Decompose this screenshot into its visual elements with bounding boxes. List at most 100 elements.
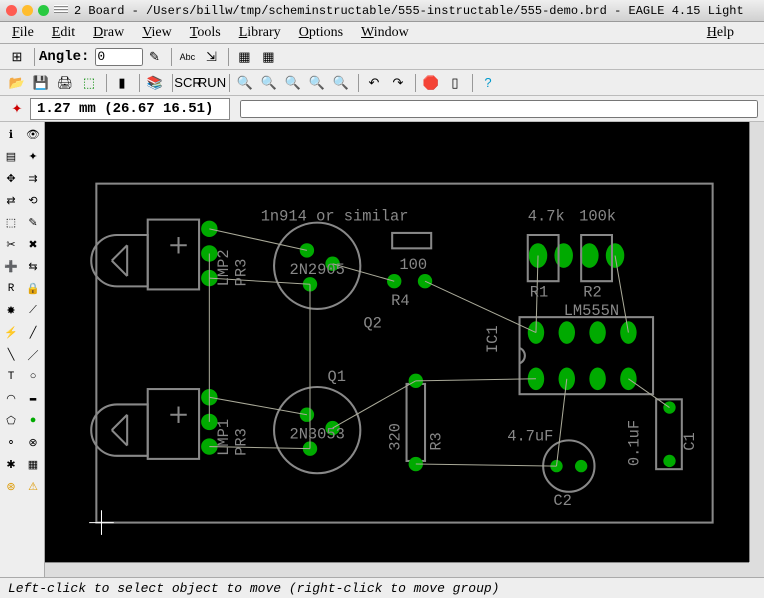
zoom-in-icon[interactable]: 🔍 xyxy=(234,73,256,93)
wand-icon[interactable]: ✎ xyxy=(143,47,165,67)
statusbar: Left-click to select object to move (rig… xyxy=(0,577,764,598)
route-tool[interactable]: ╱ xyxy=(23,323,43,343)
c1-label: C1 xyxy=(681,432,699,450)
menu-help[interactable]: Help xyxy=(707,25,734,41)
menu-library[interactable]: Library xyxy=(239,25,281,41)
close-btn[interactable] xyxy=(6,5,17,16)
snap-icon[interactable]: ⇲ xyxy=(200,47,222,67)
info-tool[interactable]: ℹ xyxy=(1,125,21,145)
command-input[interactable] xyxy=(240,100,758,118)
zoom-fit-icon[interactable]: 🔍 xyxy=(282,73,304,93)
cam-icon[interactable]: ⬚ xyxy=(78,73,100,93)
diode-note: 1n914 or similar xyxy=(261,208,409,226)
menu-draw[interactable]: Draw xyxy=(93,25,124,41)
titlebar: 2 Board - /Users/billw/tmp/scheminstruct… xyxy=(0,0,764,22)
main-toolbar: 📂 💾 🖨 ⬚ ▮ 📚 SCR RUN 🔍 🔍 🔍 🔍 🔍 ↶ ↷ 🛑 ▯ ? xyxy=(0,70,764,96)
lmp1-label: LMP1 xyxy=(215,419,233,456)
run-icon[interactable]: RUN xyxy=(201,73,223,93)
copy-tool[interactable]: ⇉ xyxy=(23,169,43,189)
menubar: File Edit Draw View Tools Library Option… xyxy=(0,22,764,44)
redo-icon[interactable]: ↷ xyxy=(387,73,409,93)
move-tool[interactable]: ✥ xyxy=(1,169,21,189)
delete-tool[interactable]: ✖ xyxy=(23,235,43,255)
r4-val: 100 xyxy=(399,256,427,274)
menu-tools[interactable]: Tools xyxy=(190,25,221,41)
eye-tool[interactable]: 👁 xyxy=(23,125,43,145)
optimize-tool[interactable]: ⚡ xyxy=(1,323,21,343)
window-title: 2 Board - /Users/billw/tmp/scheminstruct… xyxy=(74,4,758,18)
board-icon[interactable]: ▮ xyxy=(111,73,133,93)
ratsnest-tool[interactable]: ✱ xyxy=(1,455,21,475)
pinswap-tool[interactable]: ⇆ xyxy=(23,257,43,277)
split-tool[interactable]: ⟋ xyxy=(23,301,43,321)
mark-tool[interactable]: ✦ xyxy=(23,147,43,167)
lock-tool[interactable]: 🔒 xyxy=(23,279,43,299)
coord-display: 1.27 mm (26.67 16.51) xyxy=(30,98,230,120)
group-tool[interactable]: ⬚ xyxy=(1,213,21,233)
r1-label: R1 xyxy=(530,284,548,302)
text-tool[interactable]: T xyxy=(1,367,21,387)
library-icon[interactable]: 📚 xyxy=(144,73,166,93)
script-icon[interactable]: SCR xyxy=(177,73,199,93)
save-icon[interactable]: 💾 xyxy=(30,73,52,93)
arc-tool[interactable]: ◠ xyxy=(1,389,21,409)
open-icon[interactable]: 📂 xyxy=(6,73,28,93)
scrollbar-horizontal[interactable] xyxy=(45,562,749,577)
via-tool[interactable]: ● xyxy=(23,411,43,431)
undo-icon[interactable]: ↶ xyxy=(363,73,385,93)
rect-tool[interactable]: ▬ xyxy=(23,389,43,409)
angle-label: Angle: xyxy=(39,49,89,65)
titlebar-grip-icon xyxy=(54,4,68,17)
signal-tool[interactable]: ⚬ xyxy=(1,433,21,453)
text-style-icon[interactable]: Abc xyxy=(176,47,198,67)
auto-tool[interactable]: ▦ xyxy=(23,455,43,475)
scrollbar-vertical[interactable] xyxy=(749,122,764,562)
r1-val: 4.7k xyxy=(528,208,565,226)
mirror-tool[interactable]: ⇄ xyxy=(1,191,21,211)
origin-icon[interactable]: ✦ xyxy=(6,99,28,119)
zoom-redraw-icon[interactable]: 🔍 xyxy=(306,73,328,93)
menu-file[interactable]: File xyxy=(12,25,34,41)
menu-edit[interactable]: Edit xyxy=(52,25,75,41)
grid1-icon[interactable]: ▦ xyxy=(233,47,255,67)
menu-window[interactable]: Window xyxy=(361,25,409,41)
r2-label: R2 xyxy=(583,284,601,302)
coordinate-bar: ✦ 1.27 mm (26.67 16.51) xyxy=(0,96,764,122)
zoom-btn[interactable] xyxy=(38,5,49,16)
minimize-btn[interactable] xyxy=(22,5,33,16)
th-tool[interactable]: ⊗ xyxy=(23,433,43,453)
menu-options[interactable]: Options xyxy=(299,25,343,41)
status-message: Left-click to select object to move (rig… xyxy=(8,581,499,596)
stop-icon[interactable]: 🛑 xyxy=(420,73,442,93)
angle-input[interactable] xyxy=(95,48,143,66)
help-icon[interactable]: ? xyxy=(477,73,499,93)
go-icon[interactable]: ▯ xyxy=(444,73,466,93)
ripup-tool[interactable]: ╲ xyxy=(1,345,21,365)
menu-view[interactable]: View xyxy=(142,25,172,41)
c1-val: 0.1uF xyxy=(626,420,644,466)
zoom-out-icon[interactable]: 🔍 xyxy=(258,73,280,93)
grid2-icon[interactable]: ▦ xyxy=(257,47,279,67)
layers-tool[interactable]: ▤ xyxy=(1,147,21,167)
zoom-select-icon[interactable]: 🔍 xyxy=(330,73,352,93)
drc-tool[interactable]: ⚠ xyxy=(23,477,43,497)
r2-val: 100k xyxy=(579,208,616,226)
lmp2-label: LMP2 xyxy=(215,249,233,286)
wire-tool[interactable]: ／ xyxy=(23,345,43,365)
q1-label: Q1 xyxy=(327,368,345,386)
c2-label: C2 xyxy=(553,492,571,510)
grid-icon[interactable]: ⊞ xyxy=(6,47,28,67)
circle-tool[interactable]: ○ xyxy=(23,367,43,387)
ic1-label: IC1 xyxy=(484,325,502,353)
smash-tool[interactable]: ✸ xyxy=(1,301,21,321)
cut-tool[interactable]: ✂ xyxy=(1,235,21,255)
erc-tool[interactable]: ⊛ xyxy=(1,477,21,497)
board-canvas[interactable]: 1n914 or similar 2N2905 2N3053 Q1 Q2 4.7… xyxy=(45,122,764,562)
replace-tool[interactable]: R xyxy=(1,279,21,299)
print-icon[interactable]: 🖨 xyxy=(54,73,76,93)
change-tool[interactable]: ✎ xyxy=(23,213,43,233)
add-tool[interactable]: ➕ xyxy=(1,257,21,277)
q2-label: Q2 xyxy=(363,314,381,332)
rotate-tool[interactable]: ⟲ xyxy=(23,191,43,211)
polygon-tool[interactable]: ⬠ xyxy=(1,411,21,431)
